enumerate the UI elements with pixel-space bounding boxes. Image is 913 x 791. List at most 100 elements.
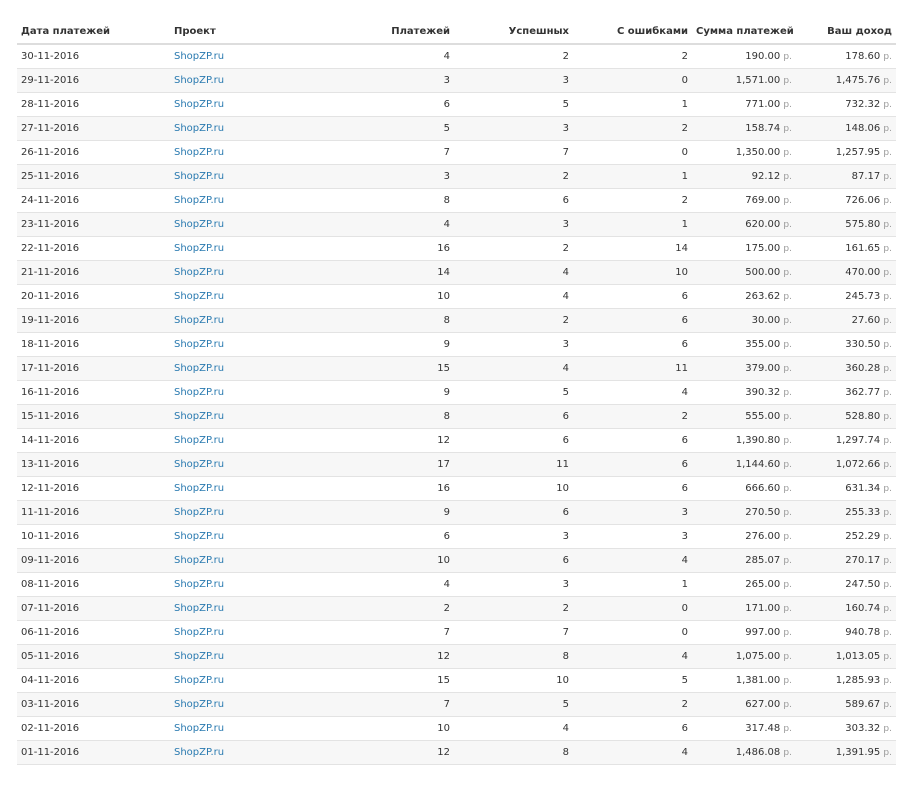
project-link[interactable]: ShopZP.ru	[174, 579, 224, 590]
cell-income: 303.32 р.	[796, 716, 896, 741]
table-header: Дата платежей Проект Платежей Успешных С…	[17, 19, 896, 45]
cell-successful: 3	[454, 332, 573, 357]
errors-count: 6	[681, 435, 688, 446]
income-value: 362.77	[845, 387, 881, 398]
project-link[interactable]: ShopZP.ru	[174, 483, 224, 494]
date-text: 04-11-2016	[21, 675, 80, 686]
successful-count: 6	[562, 555, 569, 566]
project-link[interactable]: ShopZP.ru	[174, 339, 224, 350]
cell-errors: 10	[573, 260, 692, 285]
cell-income: 160.74 р.	[796, 596, 896, 621]
project-link[interactable]: ShopZP.ru	[174, 675, 224, 686]
cell-sum: 263.62 р.	[692, 284, 796, 309]
project-link[interactable]: ShopZP.ru	[174, 411, 224, 422]
table-row: 10-11-2016 ShopZP.ru 6 3 3 276.00 р. 252…	[17, 524, 896, 549]
cell-sum: 390.32 р.	[692, 380, 796, 405]
date-text: 17-11-2016	[21, 363, 80, 374]
cell-errors: 5	[573, 668, 692, 693]
project-link[interactable]: ShopZP.ru	[174, 627, 224, 638]
income-value: 940.78	[845, 627, 881, 638]
successful-count: 3	[562, 75, 569, 86]
table-row: 26-11-2016 ShopZP.ru 7 7 0 1,350.00 р. 1…	[17, 140, 896, 165]
currency-label: р.	[883, 700, 892, 710]
project-link[interactable]: ShopZP.ru	[174, 459, 224, 470]
currency-label: р.	[883, 76, 892, 86]
successful-count: 6	[562, 435, 569, 446]
project-link[interactable]: ShopZP.ru	[174, 291, 224, 302]
successful-count: 8	[562, 651, 569, 662]
sum-value: 390.32	[745, 387, 781, 398]
cell-income: 1,013.05 р.	[796, 644, 896, 669]
project-link[interactable]: ShopZP.ru	[174, 435, 224, 446]
cell-sum: 171.00 р.	[692, 596, 796, 621]
cell-income: 940.78 р.	[796, 620, 896, 645]
table-row: 20-11-2016 ShopZP.ru 10 4 6 263.62 р. 24…	[17, 284, 896, 309]
project-link[interactable]: ShopZP.ru	[174, 315, 224, 326]
cell-project: ShopZP.ru	[170, 164, 300, 189]
sum-value: 265.00	[745, 579, 781, 590]
project-link[interactable]: ShopZP.ru	[174, 267, 224, 278]
project-link[interactable]: ShopZP.ru	[174, 603, 224, 614]
cell-project: ShopZP.ru	[170, 68, 300, 93]
cell-payments: 6	[300, 92, 454, 117]
sum-value: 627.00	[745, 699, 781, 710]
table-row: 03-11-2016 ShopZP.ru 7 5 2 627.00 р. 589…	[17, 692, 896, 717]
project-link[interactable]: ShopZP.ru	[174, 171, 224, 182]
errors-count: 6	[681, 315, 688, 326]
cell-date: 17-11-2016	[17, 356, 170, 381]
cell-date: 29-11-2016	[17, 68, 170, 93]
currency-label: р.	[783, 172, 792, 182]
cell-errors: 1	[573, 212, 692, 237]
project-link[interactable]: ShopZP.ru	[174, 387, 224, 398]
table-row: 25-11-2016 ShopZP.ru 3 2 1 92.12 р. 87.1…	[17, 164, 896, 189]
income-value: 589.67	[845, 699, 881, 710]
income-value: 160.74	[845, 603, 881, 614]
project-link[interactable]: ShopZP.ru	[174, 699, 224, 710]
table-row: 21-11-2016 ShopZP.ru 14 4 10 500.00 р. 4…	[17, 260, 896, 285]
cell-payments: 12	[300, 644, 454, 669]
currency-label: р.	[883, 556, 892, 566]
project-link[interactable]: ShopZP.ru	[174, 75, 224, 86]
cell-date: 19-11-2016	[17, 308, 170, 333]
project-link[interactable]: ShopZP.ru	[174, 123, 224, 134]
cell-date: 07-11-2016	[17, 596, 170, 621]
project-link[interactable]: ShopZP.ru	[174, 363, 224, 374]
payments-count: 4	[443, 51, 450, 62]
cell-payments: 15	[300, 668, 454, 693]
project-link[interactable]: ShopZP.ru	[174, 195, 224, 206]
project-link[interactable]: ShopZP.ru	[174, 747, 224, 758]
project-link[interactable]: ShopZP.ru	[174, 555, 224, 566]
table-body: 30-11-2016 ShopZP.ru 4 2 2 190.00 р. 178…	[17, 44, 896, 765]
project-link[interactable]: ShopZP.ru	[174, 531, 224, 542]
cell-payments: 14	[300, 260, 454, 285]
table-row: 02-11-2016 ShopZP.ru 10 4 6 317.48 р. 30…	[17, 716, 896, 741]
sum-value: 171.00	[745, 603, 781, 614]
payments-count: 7	[443, 699, 450, 710]
cell-sum: 92.12 р.	[692, 164, 796, 189]
project-link[interactable]: ShopZP.ru	[174, 51, 224, 62]
project-link[interactable]: ShopZP.ru	[174, 723, 224, 734]
successful-count: 4	[562, 723, 569, 734]
cell-errors: 2	[573, 692, 692, 717]
cell-errors: 0	[573, 68, 692, 93]
currency-label: р.	[883, 412, 892, 422]
cell-income: 252.29 р.	[796, 524, 896, 549]
project-link[interactable]: ShopZP.ru	[174, 99, 224, 110]
payments-count: 2	[443, 603, 450, 614]
cell-date: 23-11-2016	[17, 212, 170, 237]
errors-count: 1	[681, 219, 688, 230]
sum-value: 355.00	[745, 339, 781, 350]
cell-income: 87.17 р.	[796, 164, 896, 189]
project-link[interactable]: ShopZP.ru	[174, 651, 224, 662]
project-link[interactable]: ShopZP.ru	[174, 219, 224, 230]
project-link[interactable]: ShopZP.ru	[174, 147, 224, 158]
cell-sum: 769.00 р.	[692, 188, 796, 213]
column-header-payments: Платежей	[300, 19, 454, 45]
currency-label: р.	[883, 532, 892, 542]
project-link[interactable]: ShopZP.ru	[174, 507, 224, 518]
cell-payments: 6	[300, 524, 454, 549]
cell-project: ShopZP.ru	[170, 260, 300, 285]
cell-project: ShopZP.ru	[170, 236, 300, 261]
cell-errors: 6	[573, 284, 692, 309]
project-link[interactable]: ShopZP.ru	[174, 243, 224, 254]
